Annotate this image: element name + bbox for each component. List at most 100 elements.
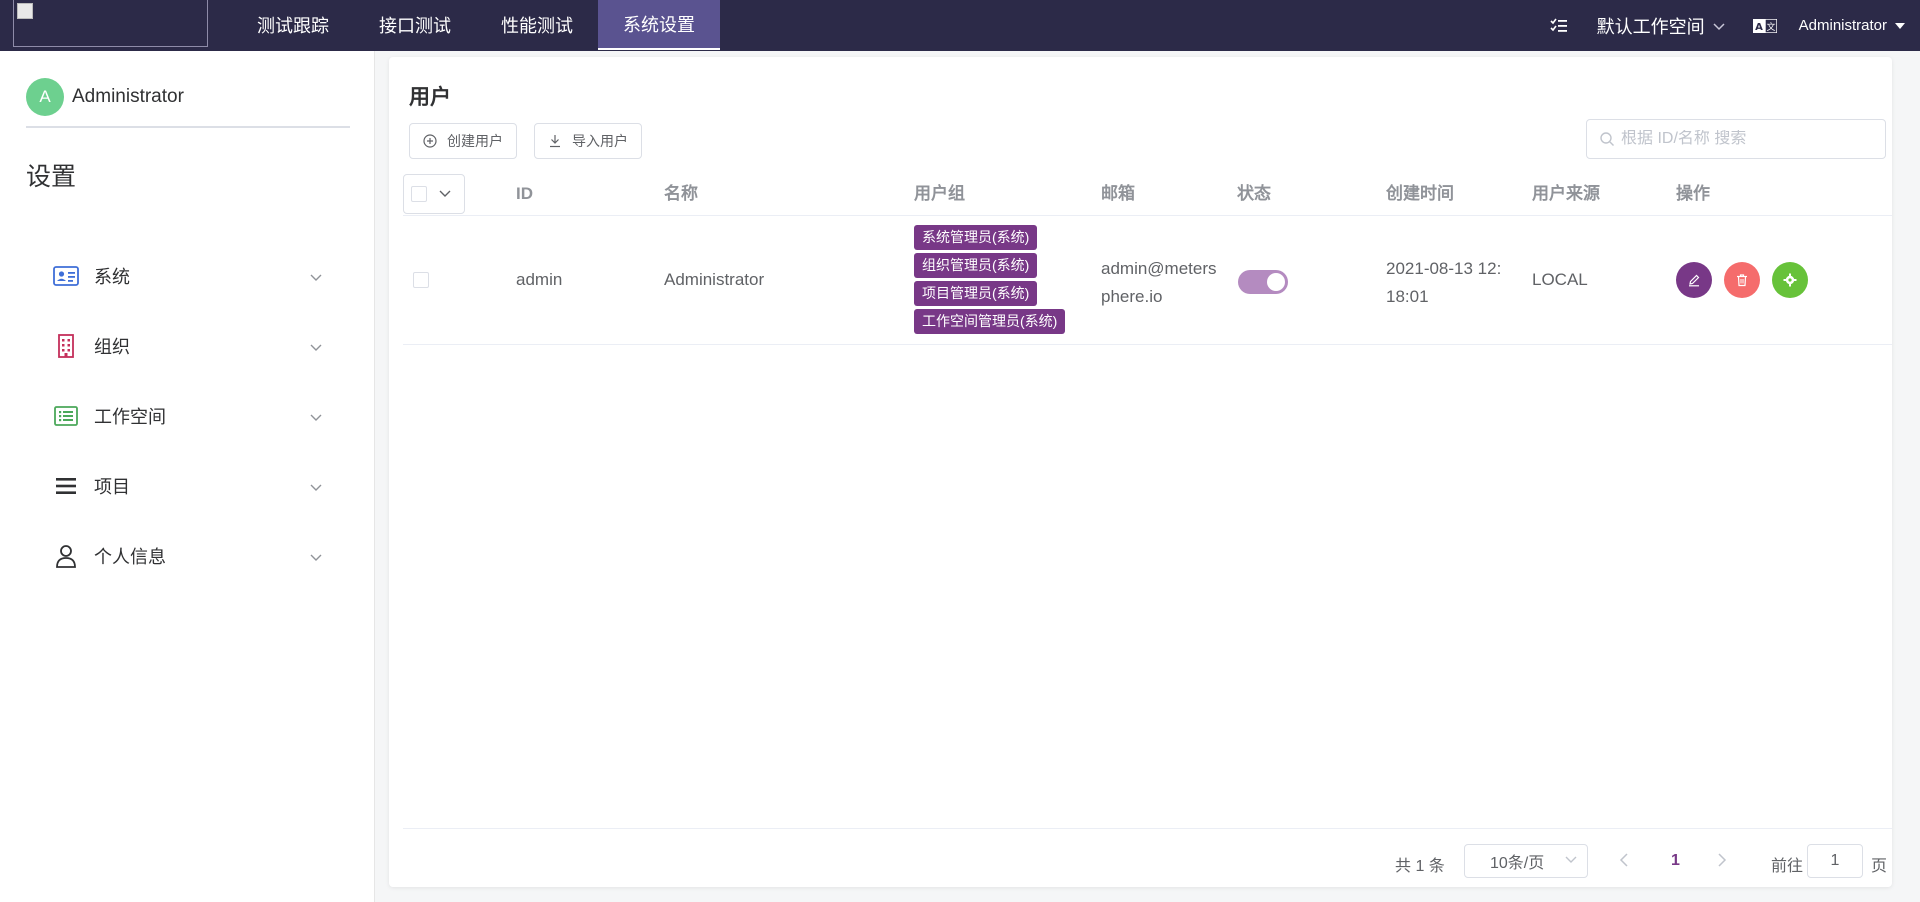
create-user-button[interactable]: 创建用户 (409, 123, 517, 159)
column-header-groups: 用户组 (914, 184, 965, 203)
workspace-switcher[interactable]: 默认工作空间 (1597, 13, 1725, 39)
chevron-right-icon (1718, 853, 1727, 867)
sidebar-user-name: Administrator (72, 86, 184, 107)
created-line: 18:01 (1386, 287, 1429, 306)
broken-image-icon (17, 3, 33, 19)
search-icon (1599, 131, 1615, 147)
page-title: 用户 (409, 86, 451, 109)
cell-created: 2021-08-13 12: 18:01 (1386, 255, 1501, 311)
prev-page-button[interactable] (1619, 852, 1629, 868)
building-icon (53, 333, 79, 359)
column-header-email: 邮箱 (1101, 184, 1135, 203)
chevron-down-icon (310, 549, 322, 567)
language-icon[interactable]: A文 (1752, 14, 1777, 38)
chevron-down-icon (310, 269, 322, 287)
chevron-down-icon (1565, 856, 1577, 864)
svg-text:文: 文 (1766, 21, 1775, 33)
divider (26, 126, 350, 128)
select-all-dropdown[interactable] (403, 174, 465, 214)
list-icon (53, 403, 79, 429)
page-number[interactable]: 1 (1671, 852, 1680, 870)
toggle-knob (1267, 273, 1285, 291)
menu-icon (53, 473, 79, 499)
goto-label: 前往 (1771, 858, 1804, 875)
chevron-down-icon (439, 190, 451, 198)
top-right-toolbar: 默认工作空间 A文 Administrator (1547, 0, 1920, 51)
menu-item-organization[interactable]: 组织 (0, 311, 375, 381)
chevron-down-icon (310, 409, 322, 427)
nav-api-test[interactable]: 接口测试 (354, 0, 476, 50)
cell-groups: 系统管理员(系统) 组织管理员(系统) 项目管理员(系统) 工作空间管理员(系统… (914, 225, 1066, 337)
cell-id: admin (516, 270, 563, 289)
column-header-created: 创建时间 (1386, 184, 1454, 203)
menu-item-personal-info[interactable]: 个人信息 (0, 521, 375, 591)
user-table: ID 名称 用户组 邮箱 状态 创建时间 用户来源 操作 admin Admin… (403, 171, 1892, 345)
main-nav: 测试跟踪 接口测试 性能测试 系统设置 (232, 0, 720, 51)
edit-button[interactable] (1676, 262, 1712, 298)
svg-text:A: A (1755, 22, 1763, 33)
nav-performance-test[interactable]: 性能测试 (476, 0, 598, 50)
pagination-divider (403, 828, 1892, 829)
goto-page-input[interactable] (1807, 844, 1863, 878)
import-user-button[interactable]: 导入用户 (534, 123, 642, 159)
create-user-label: 创建用户 (447, 133, 503, 149)
nav-system-settings[interactable]: 系统设置 (598, 0, 720, 50)
page-unit-label: 页 (1871, 858, 1888, 875)
cell-email: admin@meters phere.io (1101, 255, 1217, 311)
column-header-id: ID (516, 184, 533, 203)
trash-icon (1737, 274, 1747, 287)
id-card-icon (53, 263, 79, 289)
chevron-down-icon (310, 339, 322, 357)
column-header-status: 状态 (1237, 184, 1271, 203)
settings-sidebar: A Administrator 设置 系统 组织 工作空间 项目 个人信息 (0, 51, 375, 902)
menu-item-label: 组织 (94, 337, 130, 357)
table-header: ID 名称 用户组 邮箱 状态 创建时间 用户来源 操作 (403, 171, 1892, 216)
row-checkbox[interactable] (413, 272, 429, 288)
edit-icon (1689, 274, 1700, 287)
menu-item-project[interactable]: 项目 (0, 451, 375, 521)
nav-test-track[interactable]: 测试跟踪 (232, 0, 354, 50)
settings-button[interactable] (1772, 262, 1808, 298)
group-tag: 系统管理员(系统) (914, 225, 1038, 250)
status-toggle[interactable] (1238, 270, 1288, 294)
chevron-down-icon (310, 479, 322, 497)
group-tag: 工作空间管理员(系统) (914, 309, 1066, 334)
chevron-down-icon (1713, 15, 1725, 36)
next-page-button[interactable] (1717, 852, 1727, 868)
workspace-name: 默认工作空间 (1596, 16, 1705, 37)
email-line: phere.io (1101, 287, 1163, 306)
search-input[interactable] (1621, 130, 1871, 148)
delete-button[interactable] (1724, 262, 1760, 298)
page-size-select[interactable]: 10条/页 (1464, 844, 1588, 878)
import-user-label: 导入用户 (572, 133, 628, 149)
user-menu[interactable]: Administrator (1799, 17, 1905, 34)
download-icon (548, 134, 562, 148)
cell-name: Administrator (664, 270, 765, 289)
pagination-total: 共 1 条 (1395, 858, 1445, 875)
plus-circle-icon (423, 134, 437, 148)
cell-source: LOCAL (1532, 270, 1588, 289)
created-line: 2021-08-13 12: (1386, 259, 1502, 278)
group-tag: 项目管理员(系统) (914, 281, 1038, 306)
menu-item-label: 系统 (94, 267, 130, 287)
column-header-source: 用户来源 (1532, 184, 1600, 203)
column-header-actions: 操作 (1676, 184, 1710, 203)
sidebar-user: A Administrator (26, 78, 184, 116)
gear-icon (1783, 273, 1797, 287)
logo[interactable] (13, 0, 208, 47)
select-all-checkbox[interactable] (411, 186, 427, 202)
user-icon (53, 543, 79, 569)
top-navbar: 测试跟踪 接口测试 性能测试 系统设置 默认工作空间 A文 Administra… (0, 0, 1920, 51)
menu-item-label: 项目 (94, 477, 130, 497)
column-header-name: 名称 (664, 184, 698, 203)
table-row: admin Administrator 系统管理员(系统) 组织管理员(系统) … (403, 216, 1892, 345)
sidebar-title: 设置 (26, 163, 77, 191)
settings-menu: 系统 组织 工作空间 项目 个人信息 (0, 241, 375, 591)
page-size-value: 10条/页 (1490, 855, 1545, 872)
menu-item-system[interactable]: 系统 (0, 241, 375, 311)
user-menu-name: Administrator (1798, 17, 1887, 34)
menu-item-workspace[interactable]: 工作空间 (0, 381, 375, 451)
group-tag: 组织管理员(系统) (914, 253, 1038, 278)
email-line: admin@meters (1101, 259, 1217, 278)
task-list-icon[interactable] (1547, 14, 1571, 38)
